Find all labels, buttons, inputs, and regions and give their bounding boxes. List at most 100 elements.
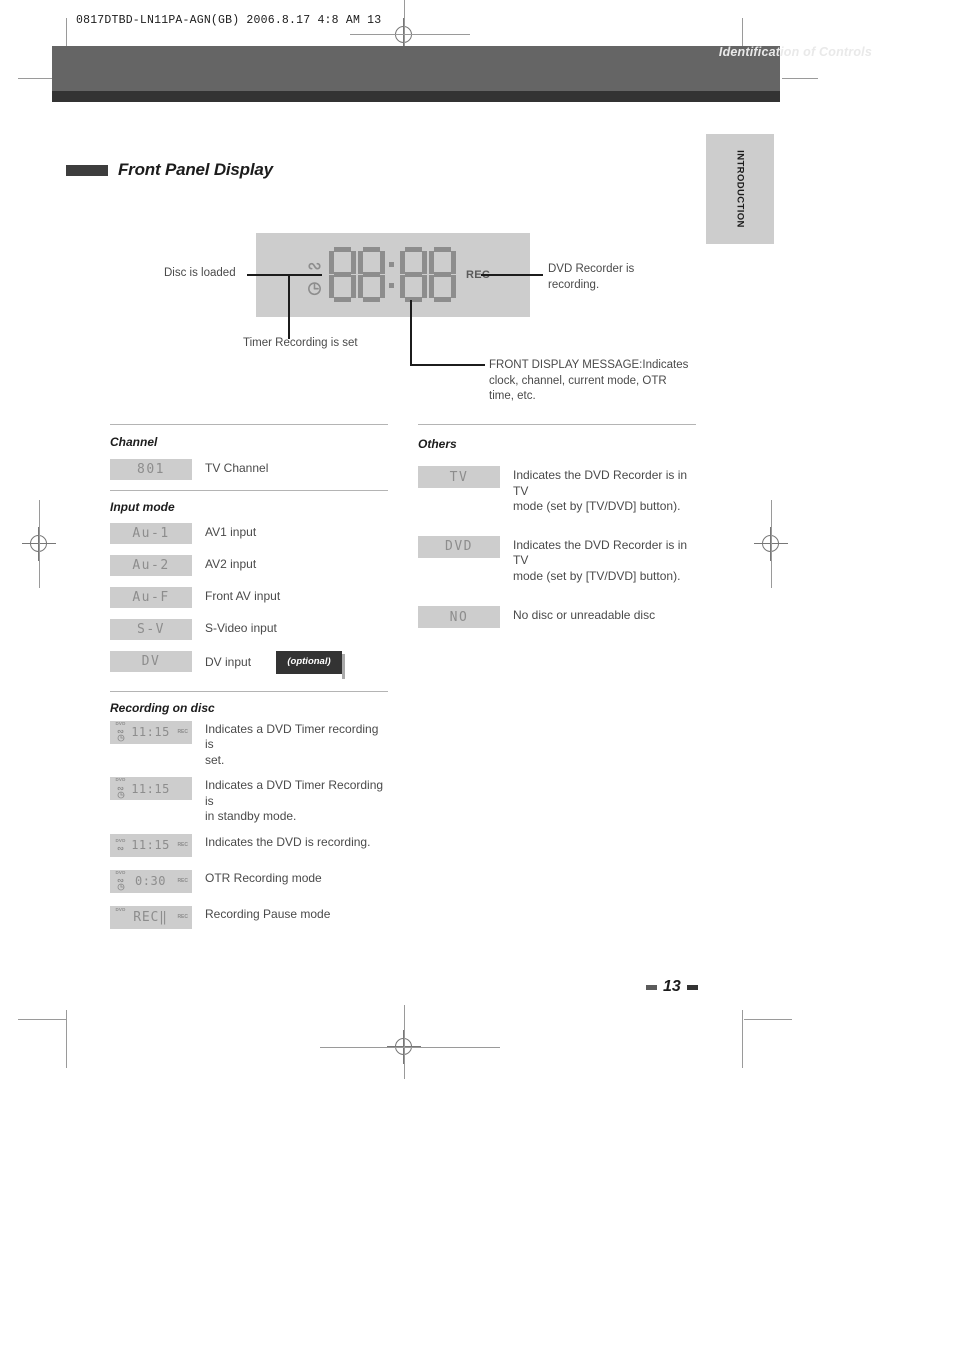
row-description-line1: OTR Recording mode (205, 870, 322, 885)
table-row: Au-F Front AV input (110, 587, 388, 608)
row-description: AV1 input (205, 525, 257, 539)
registration-guide-bottom-h (320, 1047, 500, 1048)
table-row: DVD 11:15 REC Indicates the DVD is recor… (110, 833, 388, 857)
row-description: DV input (optional) (205, 651, 345, 678)
mini-indicator-column: DVD (114, 778, 127, 799)
registration-guide-right-v (771, 500, 772, 588)
table-row: 801 TV Channel (110, 459, 388, 480)
callout-recording-line1: DVD Recorder is (548, 263, 635, 275)
registration-guide-top-h (350, 34, 470, 35)
lcd-chip: Au-F (110, 587, 192, 608)
lcd-chip: DVD REC‖ REC (110, 905, 192, 929)
crop-line-bottom-left-h (18, 1019, 66, 1020)
lcd-chip: DVD (418, 535, 500, 558)
row-description: S-Video input (205, 621, 277, 635)
divider-below-input-mode (110, 690, 388, 692)
lcd-rec-label: REC (177, 842, 188, 848)
lcd-time: 0:30 (135, 874, 166, 888)
callout-message-line1: FRONT DISPLAY MESSAGE:Indicates (489, 359, 689, 371)
lcd-rec-label: REC (177, 878, 188, 884)
row-description-line2: in standby mode. (205, 809, 297, 823)
mini-indicator-column: DVD (114, 721, 127, 743)
mini-icons (116, 843, 125, 851)
callout-timer-set: Timer Recording is set (243, 337, 358, 349)
row-description: Indicates a DVD Timer Recording is in st… (205, 777, 388, 825)
table-row: S-V S-Video input (110, 619, 388, 640)
callout-disc-loaded: Disc is loaded (164, 267, 236, 279)
mini-icons (116, 783, 125, 799)
callout-front-display-message: FRONT DISPLAY MESSAGE:Indicates clock, c… (489, 358, 719, 405)
row-description-line1: Indicates a DVD Timer recording is (205, 721, 379, 752)
page-title: Front Panel Display (66, 160, 273, 180)
mini-indicator-column: DVD (114, 907, 127, 913)
lcd-chip: Au-1 (110, 523, 192, 544)
leader-timer-h (288, 274, 322, 276)
callout-recording: DVD Recorder is recording. (548, 262, 718, 293)
lcd-chip: Au-2 (110, 555, 192, 576)
row-description: Recording Pause mode (205, 906, 330, 923)
callout-recording-line2: recording. (548, 278, 600, 291)
crop-line-top-right-h (782, 78, 818, 79)
lcd-chip: S-V (110, 619, 192, 640)
row-description: Front AV input (205, 589, 281, 603)
left-column: Channel 801 TV Channel Input mode Au-1 A… (110, 424, 388, 938)
side-tab-introduction: INTRODUCTION (706, 134, 774, 244)
row-description-line1: Indicates a DVD Timer Recording is (205, 778, 384, 808)
optional-badge: (optional) (276, 651, 342, 674)
lcd-chip: NO (418, 606, 500, 628)
divider-above-channel (110, 424, 388, 425)
row-description-line1: Indicates the DVD is recording. (205, 834, 371, 849)
lcd-time: 11:15 (131, 838, 170, 852)
lcd-time: 11:15 (131, 725, 170, 739)
page-number-dash-left (646, 984, 657, 990)
lcd-chip: 801 (110, 459, 192, 480)
table-row: DV DV input (optional) (110, 651, 388, 678)
leader-message-h (410, 364, 485, 366)
digit-3 (400, 247, 427, 303)
clock-icon (117, 734, 124, 742)
group-title-others: Others (418, 437, 457, 451)
crop-line-top-header-h (18, 78, 54, 79)
clock-icon (308, 281, 321, 295)
crop-line-bottom-right-v (742, 1010, 743, 1068)
digit-1 (329, 247, 356, 303)
front-panel-display-contents: REC (306, 241, 490, 309)
table-row: Au-2 AV2 input (110, 555, 388, 576)
disc-icon (117, 879, 124, 883)
side-tab-label: INTRODUCTION (734, 150, 746, 228)
crop-line-bottom-right-h (744, 1019, 792, 1020)
table-row: DVD REC‖ REC Recording Pause mode (110, 905, 388, 929)
registration-guide-top-v (404, 0, 405, 52)
row-description: Indicates the DVD is recording. (205, 834, 370, 851)
lcd-chip: TV (418, 466, 500, 488)
leader-recording (481, 274, 543, 276)
registration-guide-bottom-v (404, 1005, 405, 1079)
callout-message-line2: clock, channel, current mode, OTR (489, 374, 667, 387)
row-description: Indicates the DVD Recorder is in TV mode… (513, 536, 696, 585)
mini-indicator-column: DVD (114, 838, 127, 852)
divider-below-channel (110, 490, 388, 491)
page-number: 13 (646, 978, 698, 996)
table-row: DVD 0:30 REC OTR Recording mode (110, 869, 388, 893)
lcd-chip: DV (110, 651, 192, 672)
table-row: NO No disc or unreadable disc (418, 606, 696, 628)
group-title-recording-on-disc: Recording on disc (110, 700, 215, 715)
print-slug: 0817DTBD-LN11PA-AGN(GB) 2006.8.17 4:8 AM… (76, 14, 382, 27)
disc-icon (117, 847, 124, 851)
digit-2 (358, 247, 385, 303)
digit-4 (429, 247, 456, 303)
row-description: AV2 input (205, 557, 257, 571)
callout-message-line3: time, etc. (489, 390, 536, 402)
table-row: TV Indicates the DVD Recorder is in TV m… (418, 466, 696, 515)
lcd-chip: DVD 0:30 REC (110, 869, 192, 893)
mini-indicator-column: DVD (114, 870, 127, 892)
page-number-value: 13 (663, 978, 681, 995)
leader-timer-v (288, 275, 290, 339)
section-marker-bar (66, 164, 108, 176)
row-description-line1: Recording Pause mode (205, 906, 331, 921)
crop-line-bottom-left-v (66, 1010, 67, 1068)
group-title-channel: Channel (110, 435, 158, 449)
row-description-line1: Indicates the DVD Recorder is in TV (513, 468, 688, 498)
table-row: DVD 11:15 REC Indicates a DVD Timer reco… (110, 720, 388, 769)
lcd-time: REC‖ (133, 909, 168, 925)
